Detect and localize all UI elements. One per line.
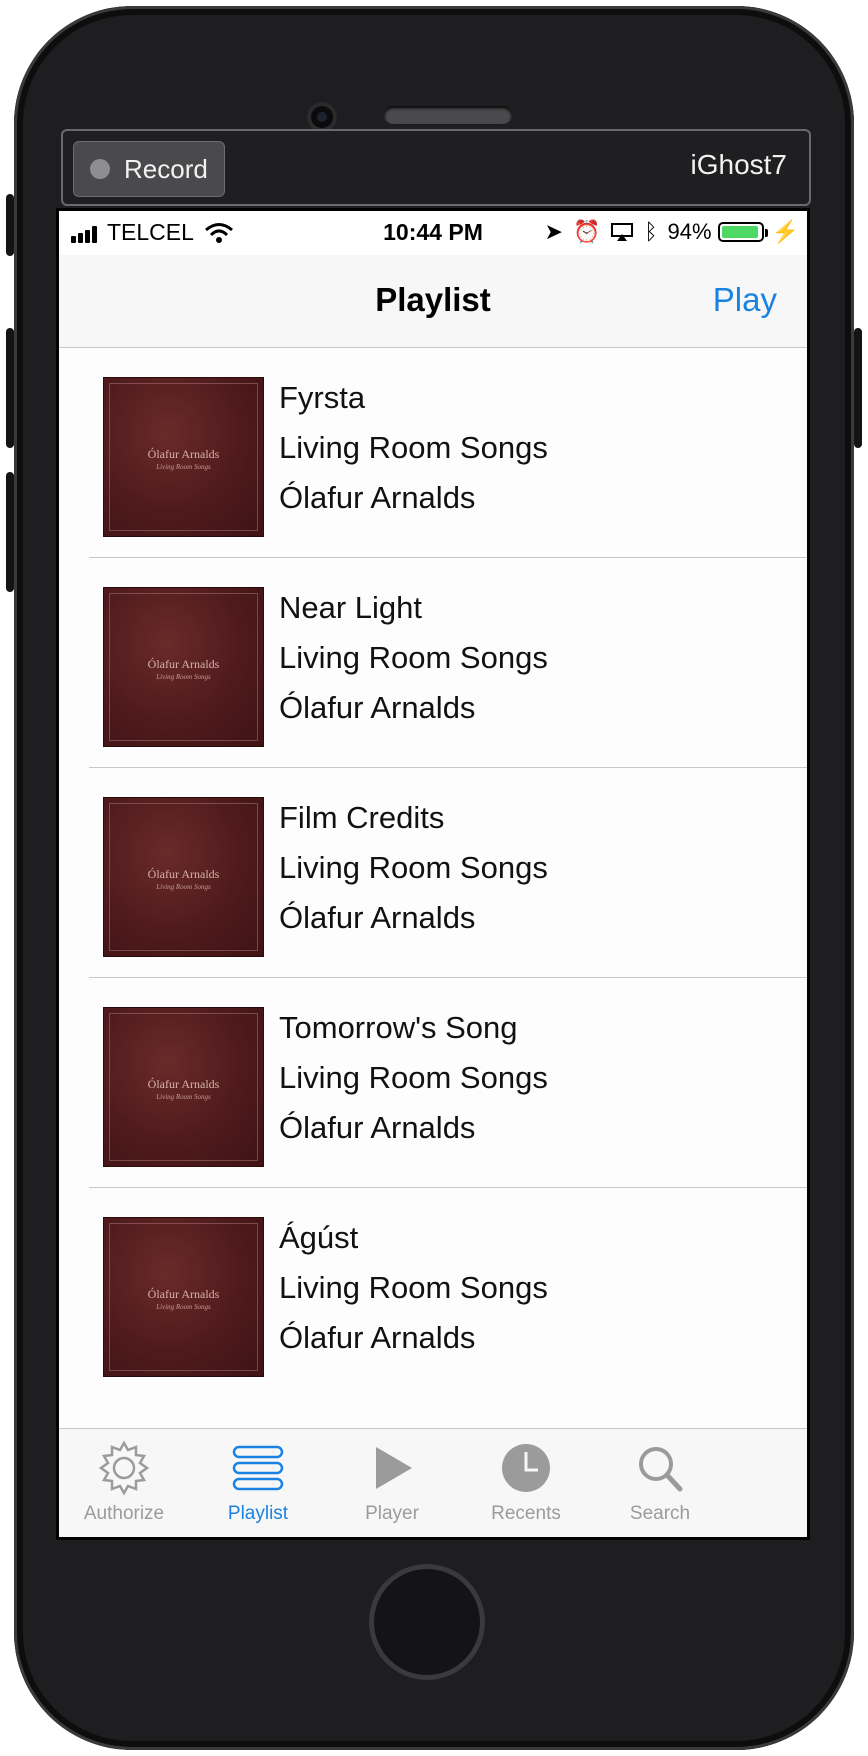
volume-down-button bbox=[6, 472, 14, 592]
record-dot-icon bbox=[90, 159, 110, 179]
list-item[interactable]: Ólafur Arnalds Living Room Songs Tomorro… bbox=[59, 978, 807, 1188]
track-title: Near Light bbox=[279, 590, 423, 625]
album-cover: Ólafur Arnalds Living Room Songs bbox=[103, 1217, 264, 1377]
track-artist: Ólafur Arnalds bbox=[279, 1110, 476, 1145]
track-album: Living Room Songs bbox=[279, 1270, 548, 1305]
bluetooth-icon: ᛒ bbox=[644, 219, 658, 244]
list-item[interactable]: Ólafur Arnalds Living Room Songs Near Li… bbox=[59, 558, 807, 768]
mute-switch bbox=[6, 194, 14, 256]
front-camera bbox=[307, 102, 337, 132]
device-name: iGhost7 bbox=[690, 149, 788, 180]
track-album: Living Room Songs bbox=[279, 430, 548, 465]
track-album: Living Room Songs bbox=[279, 1060, 548, 1095]
battery-percent: 94% bbox=[667, 219, 712, 244]
cover-artist-text: Ólafur Arnalds bbox=[147, 447, 220, 461]
volume-up-button bbox=[6, 328, 14, 448]
track-artist: Ólafur Arnalds bbox=[279, 1320, 476, 1355]
navigation-bar: Playlist Play bbox=[59, 255, 807, 348]
cover-artist-text: Ólafur Arnalds bbox=[147, 1077, 220, 1091]
album-cover: Ólafur Arnalds Living Room Songs bbox=[103, 587, 264, 747]
cover-album-text: Living Room Songs bbox=[156, 883, 211, 891]
track-title: Ágúst bbox=[279, 1220, 359, 1255]
track-list[interactable]: Ólafur Arnalds Living Room Songs Fyrsta … bbox=[59, 348, 807, 1428]
battery-fill bbox=[721, 226, 758, 238]
cover-album-text: Living Room Songs bbox=[156, 1093, 211, 1101]
track-title: Film Credits bbox=[279, 800, 445, 835]
track-title: Tomorrow's Song bbox=[279, 1010, 518, 1045]
cover-album-text: Living Room Songs bbox=[156, 1303, 211, 1311]
charging-bolt-icon: ⚡ bbox=[771, 219, 799, 244]
recorder-toolbar: Record iGhost7 bbox=[61, 129, 811, 206]
power-button bbox=[854, 328, 862, 448]
status-bar: TELCEL 10:44 PM ➤ ⏰ ᛒ 94% ⚡ bbox=[59, 211, 807, 255]
record-button[interactable]: Record bbox=[73, 141, 225, 197]
tab-label: Search bbox=[629, 1503, 691, 1524]
clock-icon bbox=[502, 1444, 550, 1492]
tab-label: Player bbox=[365, 1503, 419, 1524]
home-button[interactable] bbox=[369, 1564, 485, 1680]
track-album: Living Room Songs bbox=[279, 850, 548, 885]
page-title: Playlist bbox=[375, 281, 491, 318]
track-album: Living Room Songs bbox=[279, 640, 548, 675]
album-cover: Ólafur Arnalds Living Room Songs bbox=[103, 377, 264, 537]
play-icon bbox=[376, 1447, 412, 1489]
list-item[interactable]: Ólafur Arnalds Living Room Songs Film Cr… bbox=[59, 768, 807, 978]
tab-authorize[interactable]: Authorize bbox=[59, 1429, 189, 1537]
location-arrow-icon: ➤ bbox=[544, 219, 563, 244]
airplay-icon bbox=[611, 223, 634, 241]
tab-playlist[interactable]: Playlist bbox=[193, 1429, 323, 1537]
track-artist: Ólafur Arnalds bbox=[279, 480, 476, 515]
tab-recents[interactable]: Recents bbox=[461, 1429, 591, 1537]
play-button[interactable]: Play bbox=[713, 281, 777, 319]
battery-icon bbox=[717, 222, 768, 242]
tab-label: Authorize bbox=[83, 1503, 165, 1524]
list-item[interactable]: Ólafur Arnalds Living Room Songs Fyrsta … bbox=[59, 348, 807, 558]
cover-album-text: Living Room Songs bbox=[156, 673, 211, 681]
tab-label: Playlist bbox=[227, 1503, 289, 1524]
tab-label: Recents bbox=[491, 1503, 561, 1524]
track-title: Fyrsta bbox=[279, 380, 366, 415]
cover-album-text: Living Room Songs bbox=[156, 463, 211, 471]
track-artist: Ólafur Arnalds bbox=[279, 690, 476, 725]
cover-artist-text: Ólafur Arnalds bbox=[147, 657, 220, 671]
cover-artist-text: Ólafur Arnalds bbox=[147, 867, 220, 881]
tab-bar: Authorize Playlist Player Recents Search bbox=[59, 1428, 807, 1537]
album-cover: Ólafur Arnalds Living Room Songs bbox=[103, 797, 264, 957]
list-item[interactable]: Ólafur Arnalds Living Room Songs Ágúst L… bbox=[59, 1188, 807, 1398]
status-right: ➤ ⏰ ᛒ 94% ⚡ bbox=[535, 219, 800, 245]
gear-icon bbox=[98, 1440, 150, 1496]
record-label: Record bbox=[124, 153, 208, 184]
list-icon bbox=[232, 1445, 284, 1491]
earpiece-speaker bbox=[384, 106, 512, 124]
track-artist: Ólafur Arnalds bbox=[279, 900, 476, 935]
alarm-icon: ⏰ bbox=[572, 219, 601, 244]
cover-artist-text: Ólafur Arnalds bbox=[147, 1287, 220, 1301]
app-screen: TELCEL 10:44 PM ➤ ⏰ ᛒ 94% ⚡ Playlist Pla bbox=[56, 208, 810, 1540]
search-icon bbox=[639, 1447, 683, 1492]
tab-search[interactable]: Search bbox=[595, 1429, 725, 1537]
album-cover: Ólafur Arnalds Living Room Songs bbox=[103, 1007, 264, 1167]
tab-player[interactable]: Player bbox=[327, 1429, 457, 1537]
